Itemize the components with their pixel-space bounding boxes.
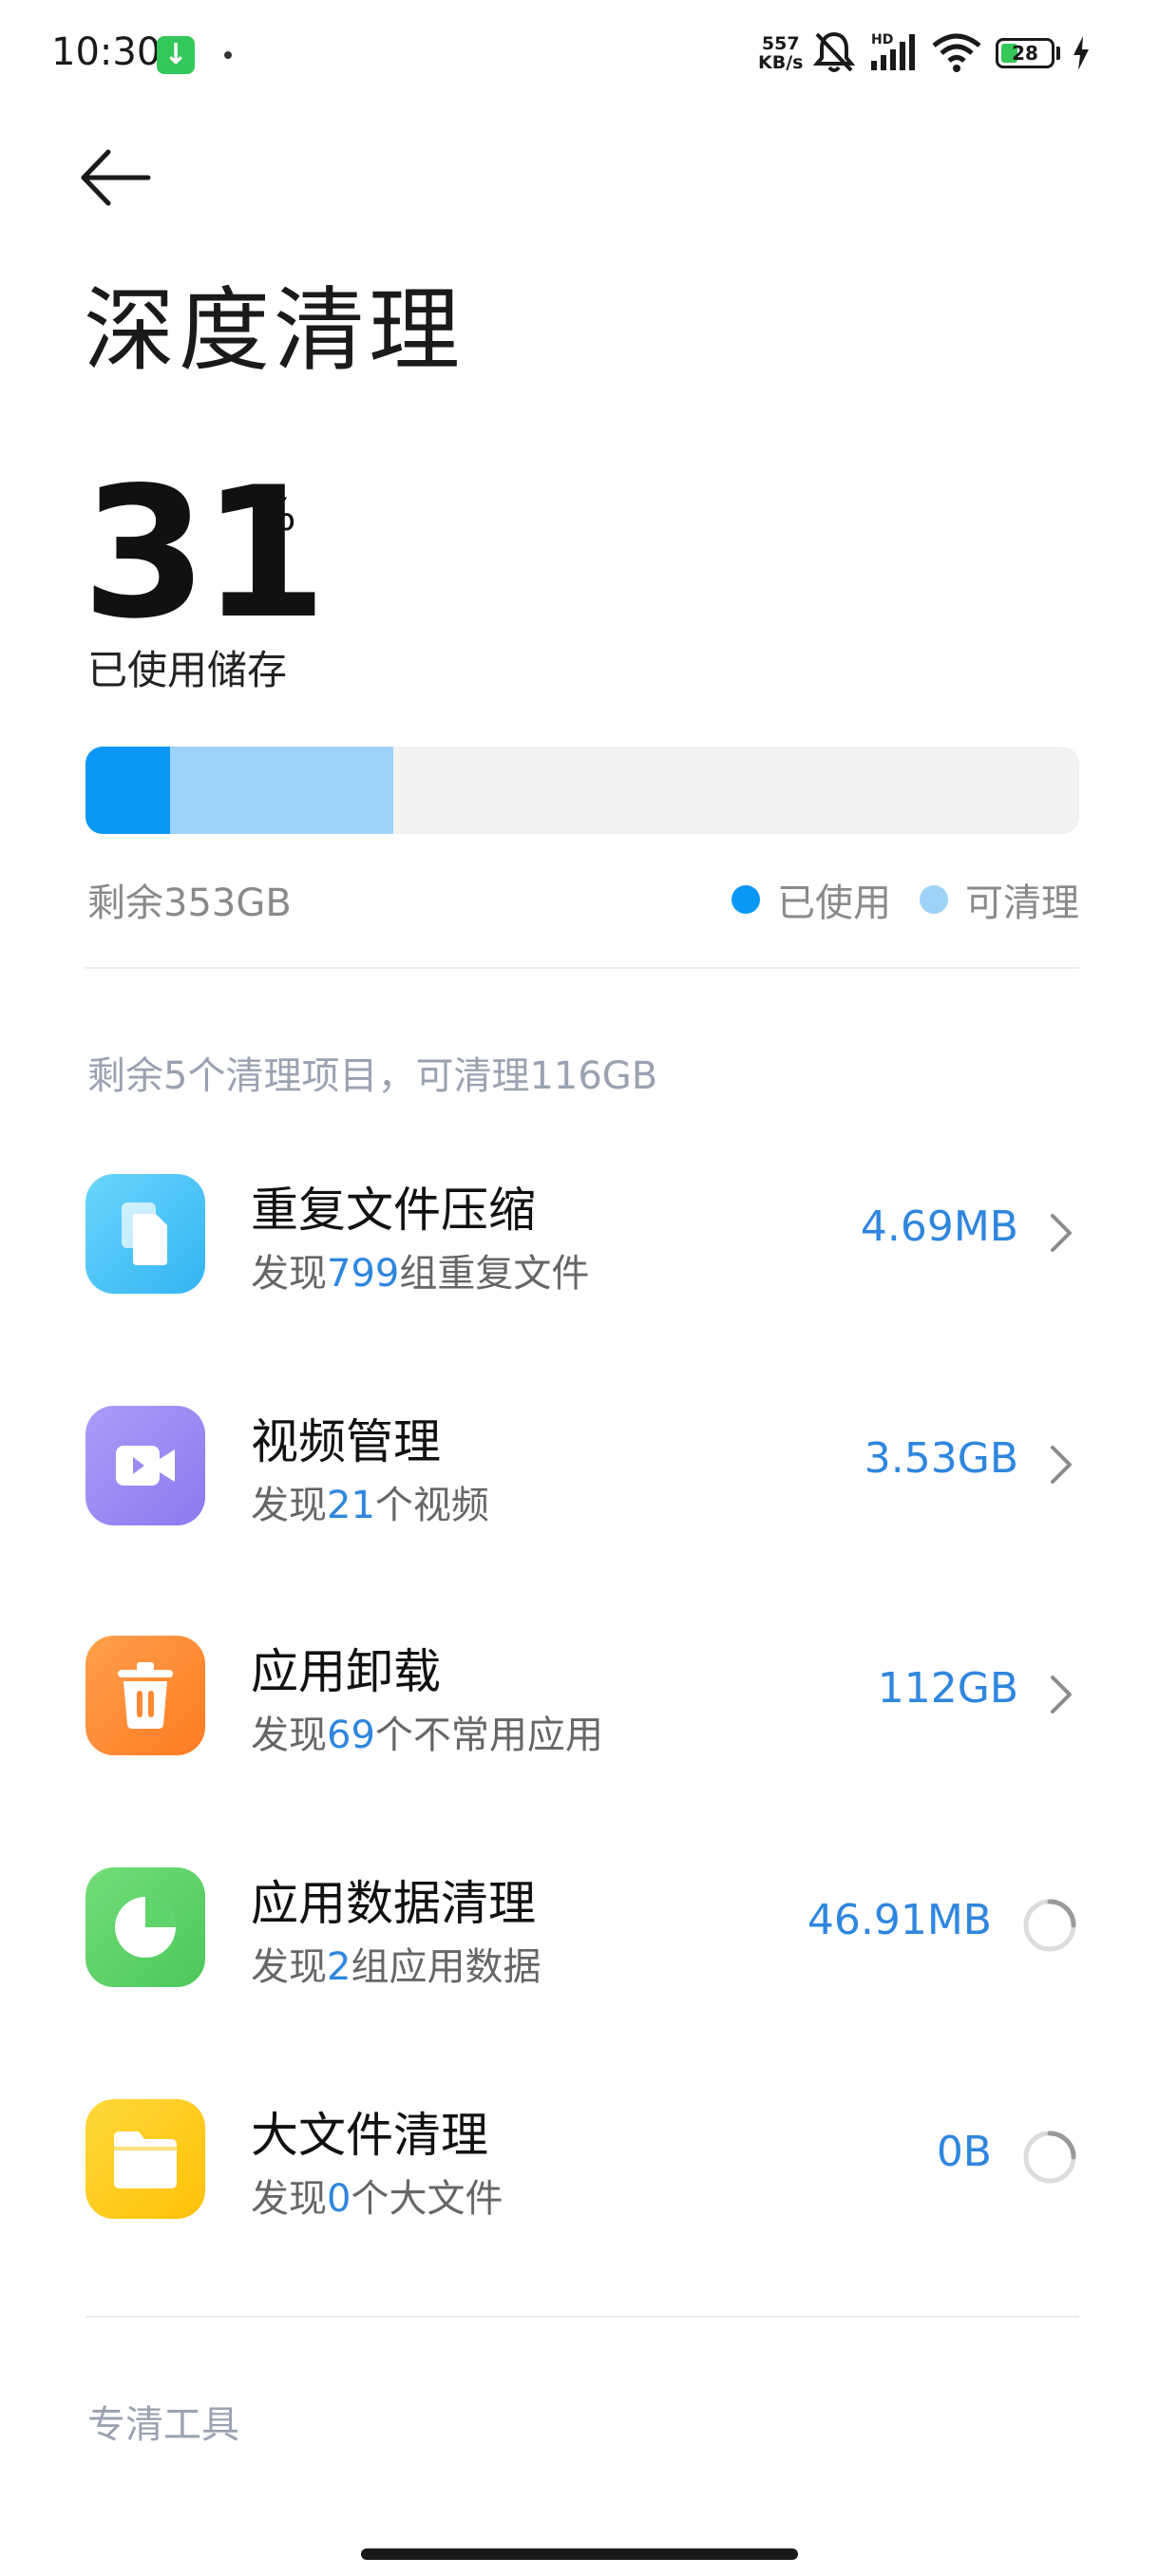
loading-spinner-icon	[1023, 2131, 1076, 2184]
storage-legend: 已使用 可清理	[703, 872, 1079, 927]
loading-spinner-icon	[1023, 1899, 1076, 1952]
item-size: 3.53GB	[864, 1434, 1018, 1483]
network-speed-value: 557	[761, 33, 800, 54]
status-time: 10:30	[51, 30, 162, 74]
download-notification-icon: ↓	[157, 36, 195, 74]
clean-section-header: 剩余5个清理项目，可清理116GB	[87, 1054, 658, 1098]
charging-bolt-icon	[1074, 36, 1089, 70]
clean-item-duplicate-files[interactable]: 重复文件压缩 发现799组重复文件 4.69MB	[86, 1174, 1079, 1307]
legend-used-dot	[732, 885, 760, 914]
item-count: 69	[327, 1714, 375, 1757]
clean-item-app-data[interactable]: 应用数据清理 发现2组应用数据 46.91MB	[86, 1867, 1079, 2000]
item-size: 0B	[936, 2128, 992, 2176]
battery-icon: 28	[996, 38, 1054, 68]
folder-icon	[86, 2099, 205, 2219]
item-count: 21	[327, 1484, 375, 1527]
back-arrow-icon	[81, 149, 151, 206]
tools-section-header: 专清工具	[87, 2403, 239, 2447]
video-icon	[86, 1406, 205, 1525]
item-title: 应用数据清理	[251, 1876, 536, 1931]
chevron-right-icon	[1051, 1676, 1072, 1714]
chevron-right-icon	[1051, 1214, 1072, 1252]
item-subtitle: 发现21个视频	[251, 1484, 489, 1527]
storage-usage-bar	[86, 747, 1079, 834]
page-title: 深度清理	[84, 277, 464, 384]
item-size: 46.91MB	[807, 1896, 992, 1944]
divider	[86, 967, 1079, 969]
legend-used-label: 已使用	[777, 881, 891, 925]
item-title: 重复文件压缩	[251, 1183, 536, 1238]
legend-cleanable-dot	[920, 885, 948, 914]
storage-used-segment	[86, 747, 170, 834]
network-speed: 557 KB/s	[758, 34, 803, 72]
item-count: 0	[327, 2177, 352, 2221]
pie-chart-icon	[86, 1867, 205, 1987]
storage-cleanable-segment	[169, 747, 394, 834]
percent-sign: %	[255, 489, 296, 540]
divider	[86, 2316, 1079, 2318]
mute-bell-icon	[812, 31, 856, 72]
notification-dot-icon	[224, 51, 232, 59]
item-subtitle: 发现69个不常用应用	[251, 1714, 603, 1757]
back-button[interactable]	[78, 144, 163, 220]
item-title: 大文件清理	[251, 2108, 488, 2163]
legend-cleanable-label: 可清理	[965, 881, 1079, 925]
cellular-signal-icon	[871, 34, 915, 70]
home-indicator[interactable]	[361, 2548, 798, 2560]
item-subtitle: 发现799组重复文件	[251, 1252, 590, 1296]
item-title: 视频管理	[251, 1414, 441, 1469]
remaining-storage: 剩余353GB	[87, 881, 292, 925]
item-size: 4.69MB	[860, 1203, 1018, 1251]
chevron-right-icon	[1051, 1446, 1072, 1484]
battery-cap	[1056, 47, 1060, 60]
clean-item-large-files[interactable]: 大文件清理 发现0个大文件 0B	[86, 2099, 1079, 2232]
clean-item-app-uninstall[interactable]: 应用卸载 发现69个不常用应用 112GB	[86, 1636, 1079, 1769]
duplicate-files-icon	[86, 1174, 205, 1294]
item-title: 应用卸载	[251, 1644, 441, 1699]
item-size: 112GB	[877, 1664, 1018, 1713]
item-count: 2	[327, 1945, 352, 1989]
trash-icon	[86, 1636, 205, 1755]
used-storage-caption: 已使用储存	[87, 647, 288, 693]
item-subtitle: 发现2组应用数据	[251, 1945, 542, 1989]
item-subtitle: 发现0个大文件	[251, 2177, 504, 2221]
clean-item-video[interactable]: 视频管理 发现21个视频 3.53GB	[86, 1406, 1079, 1539]
status-bar: 10:30 ↓ 557 KB/s HD 28	[0, 0, 1159, 104]
wifi-icon	[932, 33, 981, 72]
network-speed-unit: KB/s	[758, 52, 804, 73]
item-count: 799	[327, 1252, 400, 1296]
battery-level: 28	[1012, 42, 1038, 65]
